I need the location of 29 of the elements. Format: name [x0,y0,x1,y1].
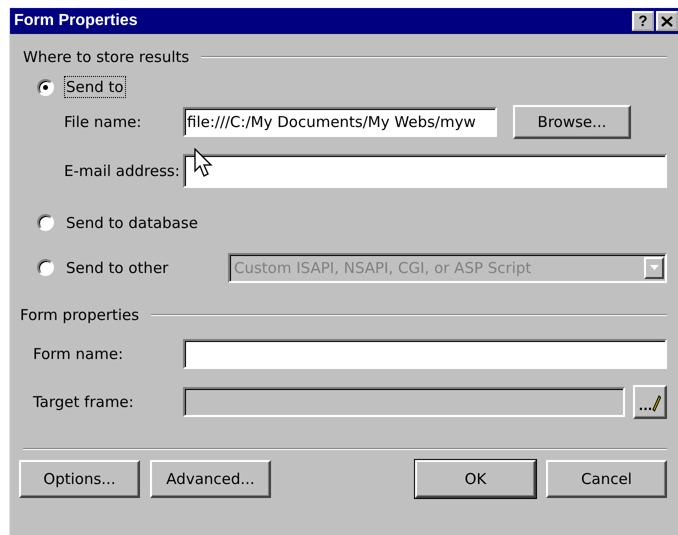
radio-label[interactable]: Send to database [64,212,214,234]
dropdown-value: Custom ISAPI, NSAPI, CGI, or ASP Script [234,258,532,276]
window-title: Form Properties [14,12,139,30]
radio-button[interactable] [37,214,54,231]
dialog-button[interactable]: OK [415,460,536,498]
group-heading: Where to store results [23,48,190,66]
radio-label[interactable]: Send to [64,76,126,98]
radio-label[interactable]: Send to other [64,256,214,278]
close-button[interactable] [656,11,678,31]
target-frame-button[interactable]: ... [633,385,667,419]
email-field[interactable] [183,154,667,188]
caret-icon [650,264,658,270]
mouse-cursor-icon [194,148,214,178]
radio-button[interactable] [37,78,54,96]
group-heading: Form properties [20,306,140,324]
file-name-field[interactable]: file:///C:/My Documents/My Webs/myw [183,107,497,137]
field-label: File name: [63,113,142,131]
field-label: Form name: [32,345,124,363]
browse-button[interactable]: Browse... [513,105,631,139]
radio-button[interactable] [37,259,54,276]
field-label: E-mail address: [63,162,181,180]
dialog-button[interactable]: Cancel [546,460,667,498]
dialog-button[interactable]: Advanced... [150,460,271,498]
pencil-icon [652,395,662,413]
field-label: Target frame: [32,393,135,411]
close-icon [661,16,673,26]
dialog-button[interactable]: Options... [19,460,140,498]
form-name-field[interactable] [183,339,667,369]
help-button[interactable]: ? [632,11,654,31]
